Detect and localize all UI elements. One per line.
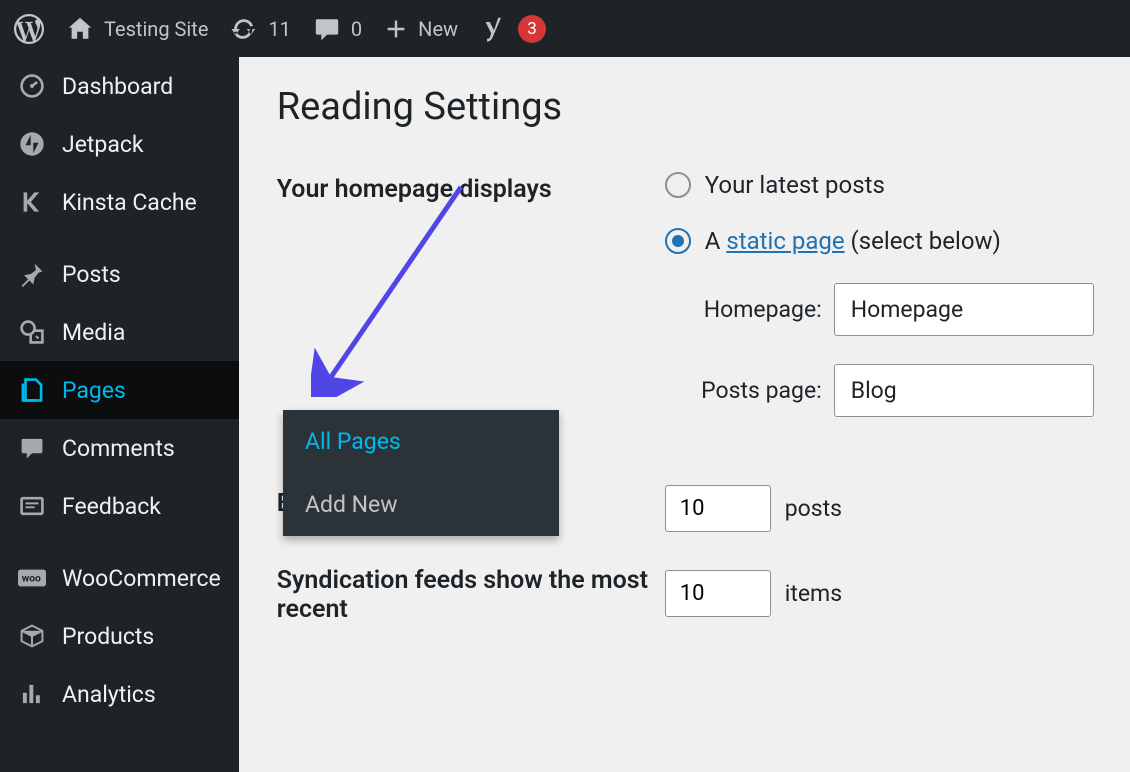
pages-icon xyxy=(18,376,46,404)
flyout-add-new[interactable]: Add New xyxy=(283,473,559,536)
postspage-select-label: Posts page: xyxy=(687,377,822,404)
homepage-select-label: Homepage: xyxy=(687,296,822,323)
menu-label: Comments xyxy=(62,435,175,462)
menu-label: Media xyxy=(62,319,125,346)
menu-label: Pages xyxy=(62,377,126,404)
update-icon xyxy=(230,15,258,43)
sidebar-item-kinsta[interactable]: Kinsta Cache xyxy=(0,173,239,231)
menu-label: Posts xyxy=(62,261,121,288)
menu-label: Dashboard xyxy=(62,73,173,100)
products-icon xyxy=(18,622,46,650)
menu-label: Products xyxy=(62,623,154,650)
yoast-badge: 3 xyxy=(518,15,546,43)
syndication-unit: items xyxy=(785,580,842,607)
sidebar-item-posts[interactable]: Posts xyxy=(0,245,239,303)
comments-icon xyxy=(18,434,46,462)
flyout-all-pages[interactable]: All Pages xyxy=(283,410,559,473)
new-label: New xyxy=(418,17,458,41)
sidebar-item-feedback[interactable]: Feedback xyxy=(0,477,239,535)
admin-topbar: Testing Site 11 0 New 3 xyxy=(0,0,1130,57)
yoast-link[interactable]: 3 xyxy=(480,15,546,43)
kinsta-icon xyxy=(18,188,46,216)
comments-link[interactable]: 0 xyxy=(313,15,362,43)
comment-icon xyxy=(313,15,341,43)
blog-pages-unit: posts xyxy=(785,495,842,522)
svg-text:woo: woo xyxy=(22,572,41,585)
site-name: Testing Site xyxy=(104,17,208,41)
dashboard-icon xyxy=(18,72,46,100)
menu-label: Kinsta Cache xyxy=(62,189,197,216)
site-name-link[interactable]: Testing Site xyxy=(66,15,208,43)
sidebar-item-products[interactable]: Products xyxy=(0,607,239,665)
menu-label: Jetpack xyxy=(62,131,144,158)
syndication-label: Syndication feeds show the most recent xyxy=(277,562,665,624)
updates-count: 11 xyxy=(268,17,290,41)
pin-icon xyxy=(18,260,46,288)
radio-static-label: A static page (select below) xyxy=(705,227,1001,255)
plus-icon xyxy=(384,17,408,41)
radio-static-page[interactable] xyxy=(665,228,691,254)
radio-latest-posts[interactable] xyxy=(665,172,691,198)
sidebar-item-pages[interactable]: Pages xyxy=(0,361,239,419)
woo-icon: woo xyxy=(18,564,46,592)
sidebar-item-woocommerce[interactable]: woo WooCommerce xyxy=(0,549,239,607)
feedback-icon xyxy=(18,492,46,520)
jetpack-icon xyxy=(18,130,46,158)
homepage-displays-label: Your homepage displays xyxy=(277,171,665,445)
admin-sidebar: Dashboard Jetpack Kinsta Cache Posts Med… xyxy=(0,57,239,772)
sidebar-item-dashboard[interactable]: Dashboard xyxy=(0,57,239,115)
homepage-select[interactable]: Homepage xyxy=(834,283,1094,336)
sidebar-item-comments[interactable]: Comments xyxy=(0,419,239,477)
yoast-icon xyxy=(480,15,508,43)
updates-link[interactable]: 11 xyxy=(230,15,290,43)
static-page-link[interactable]: static page xyxy=(726,227,844,255)
wordpress-icon xyxy=(14,14,44,44)
menu-label: Feedback xyxy=(62,493,161,520)
wp-logo[interactable] xyxy=(14,14,44,44)
sidebar-item-media[interactable]: Media xyxy=(0,303,239,361)
sidebar-item-jetpack[interactable]: Jetpack xyxy=(0,115,239,173)
analytics-icon xyxy=(18,680,46,708)
home-icon xyxy=(66,15,94,43)
blog-pages-input[interactable] xyxy=(665,485,771,532)
page-title: Reading Settings xyxy=(277,85,1094,129)
new-content-link[interactable]: New xyxy=(384,17,458,41)
pages-flyout: All Pages Add New xyxy=(283,410,559,536)
postspage-select[interactable]: Blog xyxy=(834,364,1094,417)
sidebar-item-analytics[interactable]: Analytics xyxy=(0,665,239,723)
syndication-input[interactable] xyxy=(665,570,771,617)
media-icon xyxy=(18,318,46,346)
menu-label: Analytics xyxy=(62,681,156,708)
menu-label: WooCommerce xyxy=(62,565,221,592)
radio-latest-label: Your latest posts xyxy=(705,171,885,199)
comments-count: 0 xyxy=(351,17,362,41)
